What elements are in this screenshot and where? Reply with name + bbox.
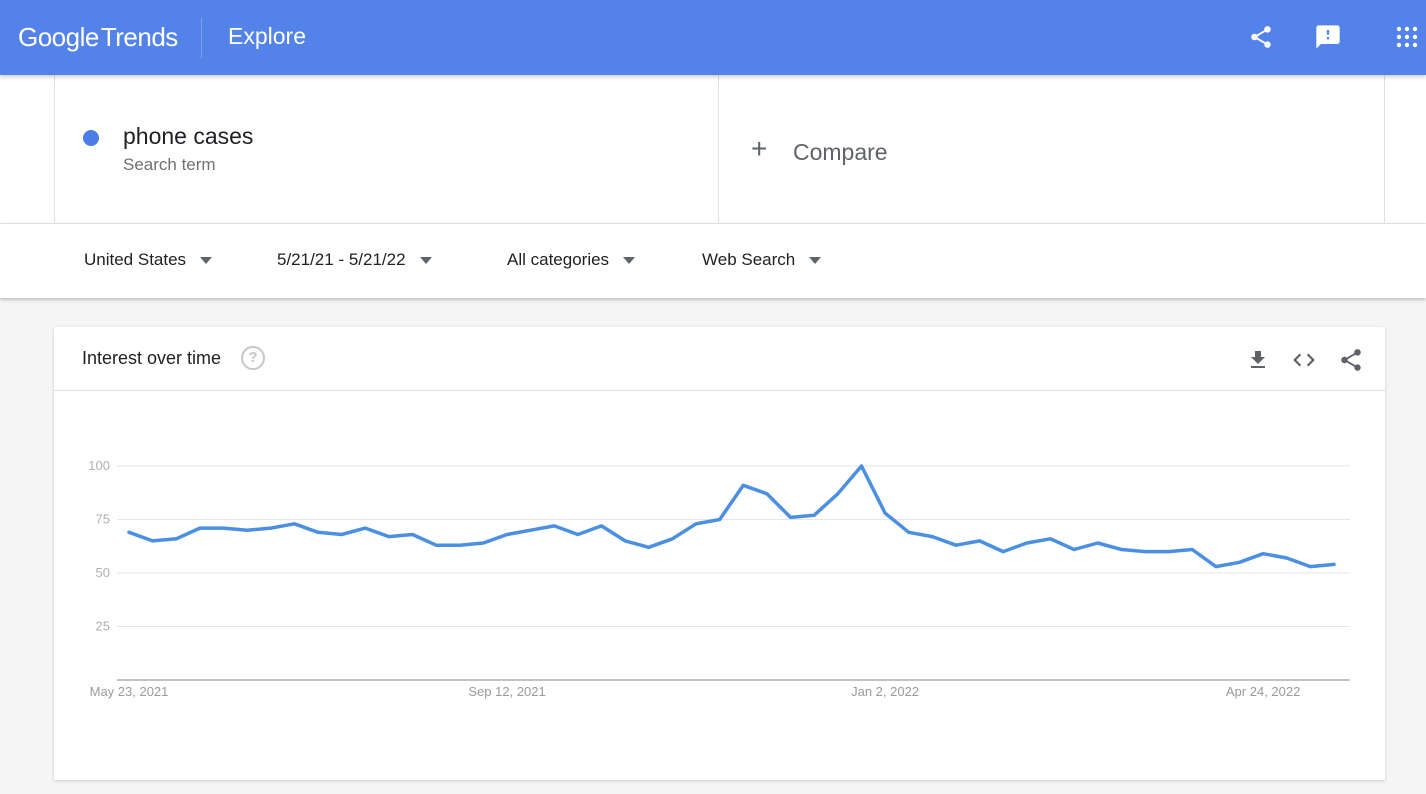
share-icon — [1251, 26, 1271, 48]
chevron-down-icon — [809, 256, 822, 264]
term-color-dot — [83, 130, 99, 146]
logo-trends: Trends — [100, 22, 178, 52]
page-title: Explore — [228, 23, 306, 49]
category-value: All categories — [507, 250, 610, 269]
apps-grid-icon — [1396, 26, 1418, 48]
search-term-name[interactable]: phone cases — [123, 123, 253, 150]
search-type-dropdown[interactable]: Web Search — [702, 250, 822, 270]
series-line-phone-cases[interactable] — [127, 464, 1336, 569]
search-term-type: Search term — [123, 155, 216, 174]
share-button[interactable] — [1246, 22, 1276, 52]
compare-label: Compare — [793, 139, 888, 165]
y-tick-label: 75 — [96, 512, 110, 527]
y-tick-label: 50 — [96, 565, 110, 580]
google-trends-logo[interactable]: GoogleTrends — [18, 22, 178, 53]
search-type-value: Web Search — [702, 250, 796, 269]
x-tick-label: Apr 24, 2022 — [1226, 684, 1300, 699]
date-range-value: 5/21/21 - 5/21/22 — [277, 250, 406, 269]
feedback-button[interactable] — [1313, 22, 1343, 52]
header-divider — [201, 18, 202, 58]
search-terms-bar: phone cases Search term + Compare — [0, 75, 1426, 223]
category-dropdown[interactable]: All categories — [507, 250, 636, 270]
apps-button[interactable] — [1392, 22, 1422, 52]
x-tick-label: Sep 12, 2021 — [468, 684, 545, 699]
y-tick-label: 25 — [96, 619, 110, 634]
region-dropdown[interactable]: United States — [84, 250, 213, 270]
logo-google: Google — [18, 22, 99, 52]
top-app-bar: GoogleTrends Explore — [0, 0, 1426, 75]
x-tick-label: Jan 2, 2022 — [851, 684, 919, 699]
x-tick-label: May 23, 2021 — [90, 684, 169, 699]
y-tick-label: 100 — [88, 458, 110, 473]
plus-icon: + — [751, 133, 768, 164]
interest-over-time-card: Interest over time ? 25 50 75 100 May 23, 20… — [54, 327, 1385, 780]
compare-button[interactable]: + Compare — [719, 75, 1385, 223]
interest-line-chart[interactable]: 25 50 75 100 May 23, 2021 Sep 12, 2021 Jan 2, … — [54, 327, 1385, 780]
chevron-down-icon — [419, 256, 432, 264]
search-term-card[interactable]: phone cases Search term — [54, 75, 719, 223]
feedback-icon — [1316, 25, 1340, 49]
region-value: United States — [84, 250, 187, 269]
date-range-dropdown[interactable]: 5/21/21 - 5/21/22 — [277, 250, 432, 270]
chevron-down-icon — [623, 256, 636, 264]
chevron-down-icon — [200, 256, 213, 264]
filter-bar: United States 5/21/21 - 5/21/22 All cate… — [0, 223, 1426, 298]
